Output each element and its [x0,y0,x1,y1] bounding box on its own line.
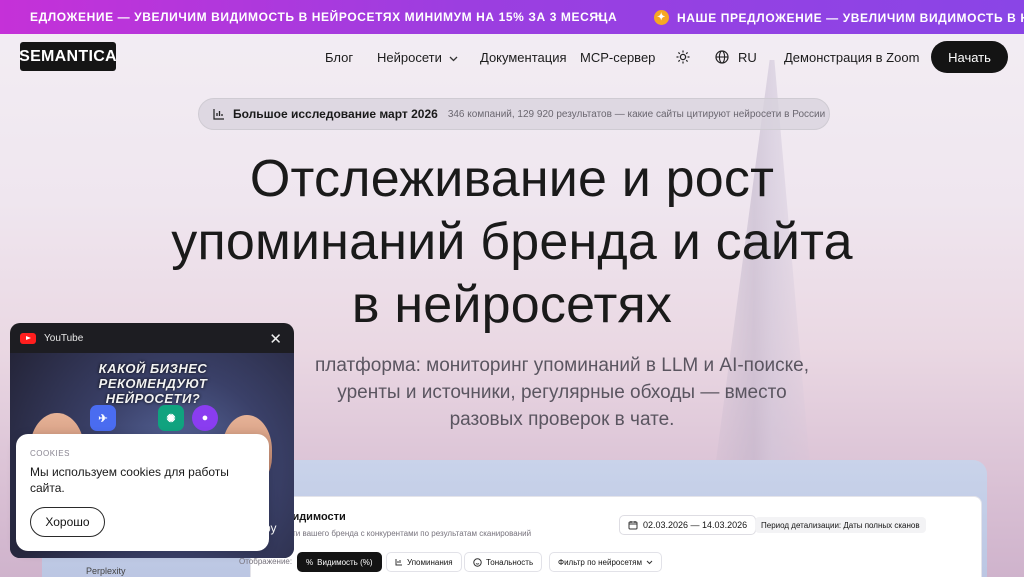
zoom-demo-link[interactable]: Демонстрация в Zoom [784,50,919,65]
nav-docs[interactable]: Документация [480,50,567,65]
bar-chart-icon [395,559,402,566]
thumbnail-title: КАКОЙ БИЗНЕС РЕКОМЕНДУЮТ НЕЙРОСЕТИ? [98,361,208,406]
banner-title: Большое исследование март 2026 [233,107,438,121]
marquee-text-right: НАШЕ ПРЕДЛОЖЕНИЕ — УВЕЛИЧИМ ВИДИМОСТЬ В … [677,10,1024,25]
display-label: Отображение: [239,557,293,566]
tab-tone[interactable]: Тональность [464,552,543,572]
lead-line-2: уренты и источники, регулярные обходы — … [337,382,787,403]
lead-line-3: разовых проверок в чате. [449,409,675,430]
cookie-banner: COOKIES Мы используем cookies для работы… [16,434,269,551]
hero-line-1: Отслеживание и рост [249,150,775,208]
cookie-text: Мы используем cookies для работы сайта. [30,465,229,495]
period-selector[interactable]: Период детализации: Даты полных сканов [755,517,926,533]
percent-icon: % [306,557,314,567]
filter-label: Фильтр по нейросетям [558,557,643,567]
marquee-text: ЕДЛОЖЕНИЕ — УВЕЛИЧИМ ВИДИМОСТЬ В НЕЙРОСЕ… [30,10,617,24]
marquee-text-left: ЕДЛОЖЕНИЕ — УВЕЛИЧИМ ВИДИМОСТЬ В НЕЙРОСЕ… [30,10,618,24]
chevron-down-icon [646,560,653,564]
nav-neural[interactable]: Нейросети [377,50,458,65]
cookie-label: COOKIES [30,449,70,458]
research-banner[interactable]: Большое исследование март 2026 346 компа… [198,98,830,130]
ai-logo-icon: ✈ [90,405,116,431]
language-select[interactable]: RU [738,50,757,65]
hero-heading: Отслеживание и рост упоминаний бренда и … [100,148,924,337]
bar-chart-icon [213,109,224,120]
bottom-tab-label: Perplexity [86,566,126,576]
chatgpt-icon: ✺ [158,405,184,431]
nav-mcp[interactable]: MCP-сервер [580,50,655,65]
tab-mentions[interactable]: Упоминания [386,552,462,572]
promo-marquee: ЕДЛОЖЕНИЕ — УВЕЛИЧИМ ВИДИМОСТЬ В НЕЙРОСЕ… [0,0,1024,34]
sparkle-badge-icon: ✦ [654,10,669,25]
alice-icon: ● [192,405,218,431]
marquee-item: ✦ НАШЕ ПРЕДЛОЖЕНИЕ — УВЕЛИЧИМ ВИДИМОСТЬ … [654,10,1024,25]
lead-line-1: платформа: мониторинг упоминаний в LLM и… [314,355,810,376]
nav-neural-label: Нейросети [377,50,442,65]
language-globe[interactable] [712,47,732,67]
date-range-picker[interactable]: 02.03.2026 — 14.03.2026 [619,515,757,535]
close-icon[interactable]: ✕ [269,330,282,348]
marquee-separator: + [596,9,604,23]
sun-icon [676,50,690,64]
tab-visibility-label: Видимость (%) [317,557,373,567]
bottom-tab-perplexity[interactable]: Perplexity [86,566,126,576]
dashboard-subtitle: димости вашего бренда с конкурентами по … [269,529,532,538]
calendar-icon [628,521,638,530]
dashboard-preview: ка видимости димости вашего бренда с кон… [239,496,982,577]
start-button[interactable]: Начать [931,41,1008,73]
youtube-label: YouTube [44,332,84,344]
youtube-header: YouTube [10,323,294,353]
youtube-icon [20,332,36,344]
globe-icon [715,50,729,64]
hero-line-2: упоминаний бренда и сайта [171,213,853,271]
logo[interactable]: SEMANTICA [19,42,117,71]
filter-neural-dropdown[interactable]: Фильтр по нейросетям [549,552,663,572]
hero-line-3: в нейросетях [351,276,673,334]
tab-mentions-label: Упоминания [407,557,453,567]
theme-toggle[interactable] [673,47,693,67]
banner-subtitle: 346 компаний, 129 920 результатов — каки… [447,108,826,120]
date-range-value: 02.03.2026 — 14.03.2026 [643,520,748,530]
chevron-down-icon [450,56,458,62]
smile-icon [473,557,482,567]
top-nav: SEMANTICA Блог Нейросети Документация MC… [0,34,1024,80]
tab-visibility[interactable]: % Видимость (%) [297,552,382,572]
cookie-accept-button[interactable]: Хорошо [30,507,105,537]
nav-blog[interactable]: Блог [325,50,353,65]
hero-lead: платформа: мониторинг упоминаний в LLM и… [282,352,842,433]
tab-tone-label: Тональность [486,557,534,567]
